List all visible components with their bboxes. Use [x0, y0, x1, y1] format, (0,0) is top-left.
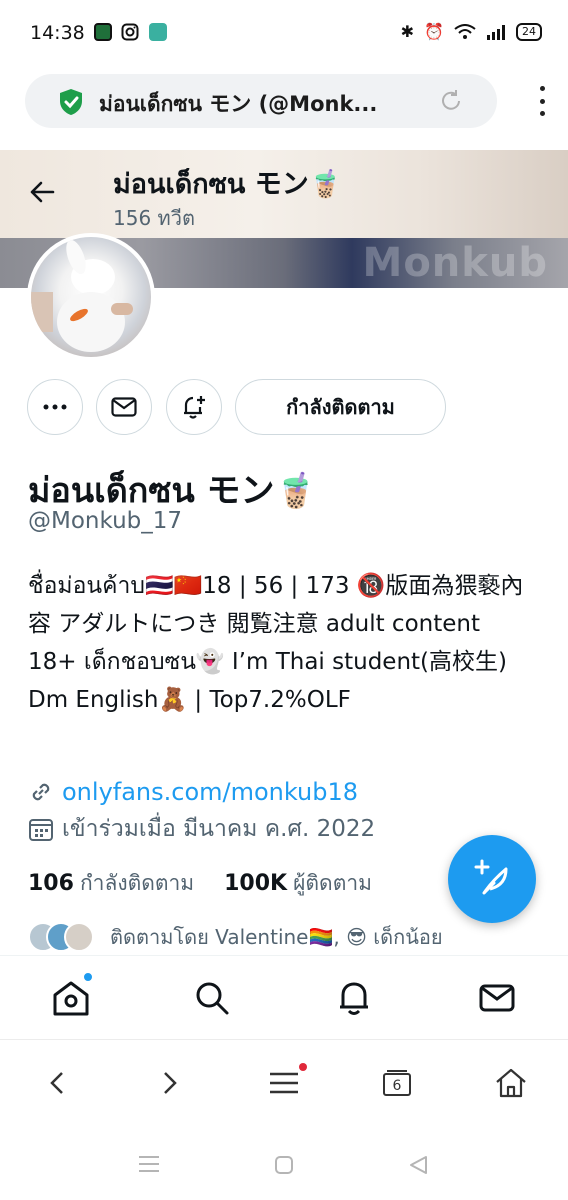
browser-back-button[interactable]	[40, 1066, 74, 1100]
system-back-icon[interactable]	[408, 1155, 428, 1175]
compose-tweet-button[interactable]	[448, 835, 536, 923]
more-button[interactable]	[27, 379, 83, 435]
browser-home-button[interactable]	[494, 1066, 528, 1100]
nav-notifications[interactable]	[334, 978, 374, 1018]
avatar-image	[31, 239, 133, 352]
hamburger-icon	[270, 1072, 298, 1094]
messenger-icon	[149, 23, 167, 41]
following-stat[interactable]: 106 กำลังติดตาม	[28, 867, 194, 900]
bell-icon	[340, 982, 368, 1015]
reload-icon[interactable]	[439, 89, 463, 113]
profile-header: ม่อนเด็กซน モン🧋 156 ทวีต	[0, 150, 568, 238]
system-home-icon[interactable]	[274, 1155, 294, 1175]
profile-link[interactable]: onlyfans.com/monkub18	[62, 778, 358, 806]
nav-home[interactable]	[51, 972, 93, 1018]
link-icon	[32, 783, 50, 801]
url-title[interactable]: ม่อนเด็กซน モン⁠ (@Monk...	[99, 88, 409, 121]
followers-stat[interactable]: 100K ผู้ติดตาม	[224, 867, 372, 900]
system-nav-bar	[0, 1125, 568, 1200]
browser-menu-button[interactable]	[267, 1063, 307, 1100]
search-icon	[196, 982, 229, 1015]
browser-forward-button[interactable]	[153, 1066, 187, 1100]
mail-icon	[479, 984, 515, 1012]
shield-secure-icon	[60, 89, 82, 115]
chevron-right-icon	[164, 1072, 177, 1094]
following-count: 106	[28, 871, 74, 896]
browser-tabs-button[interactable]: 6	[380, 1066, 414, 1100]
joined-row: เข้าร่วมเมื่อ มีนาคม ค.ศ. 2022	[28, 811, 375, 847]
profile-bio: ชื่อม่อนค้าบ🇹🇭🇨🇳18 | 56 | 173 🔞版面為猥褻內容 ア…	[28, 573, 524, 713]
home-outline-icon	[496, 1068, 526, 1098]
home-notification-dot	[83, 972, 93, 982]
notifications-subscribe-button[interactable]	[166, 379, 222, 435]
alarm-icon: ⏰	[424, 22, 444, 41]
following-label: กำลังติดตาม	[79, 871, 195, 895]
home-icon	[53, 981, 89, 1016]
avatar[interactable]	[27, 233, 155, 361]
status-time: 14:38	[30, 22, 85, 44]
followed-by-text: ติดตามโดย Valentine🏳️‍🌈, 😎 เด็กน้อย	[110, 925, 443, 949]
back-arrow-icon[interactable]	[28, 178, 56, 206]
profile-link-row: onlyfans.com/monkub18	[28, 778, 358, 806]
signal-icon	[487, 24, 505, 40]
follower-avatar	[64, 922, 94, 952]
joined-date: เข้าร่วมเมื่อ มีนาคม ค.ศ. 2022	[62, 816, 376, 842]
status-bar: 14:38 ✱ ⏰ 24	[0, 0, 568, 70]
bell-plus-icon	[184, 396, 205, 419]
header-name: ม่อนเด็กซน モン🧋	[113, 169, 343, 200]
nav-messages[interactable]	[477, 978, 517, 1018]
tabs-count: 6	[392, 1078, 402, 1094]
bottom-tab-bar	[0, 955, 568, 1039]
followers-label: ผู้ติดตาม	[293, 871, 372, 895]
chevron-left-icon	[50, 1072, 63, 1094]
calendar-icon	[29, 819, 53, 841]
bluetooth-icon: ✱	[400, 22, 415, 41]
app-icon	[94, 23, 112, 41]
mail-icon	[111, 397, 137, 417]
recents-icon[interactable]	[138, 1155, 160, 1173]
profile-handle: @Monkub_17	[28, 508, 183, 534]
following-button[interactable]: กำลังติดตาม	[235, 379, 446, 435]
battery-indicator: 24	[516, 22, 542, 41]
followers-count: 100K	[224, 871, 288, 896]
nav-search[interactable]	[192, 978, 232, 1018]
instagram-icon	[121, 23, 139, 41]
browser-toolbar: 6	[0, 1039, 568, 1125]
followed-by-row[interactable]: ติดตามโดย Valentine🏳️‍🌈, 😎 เด็กน้อย	[28, 919, 548, 955]
feather-plus-icon	[474, 859, 508, 895]
follow-stats: 106 กำลังติดตาม 100K ผู้ติดตาม	[28, 867, 372, 900]
message-button[interactable]	[96, 379, 152, 435]
url-bar[interactable]: ม่อนเด็กซน モン⁠ (@Monk...	[25, 74, 497, 128]
header-tweets-count: 156 ทวีต	[113, 206, 195, 230]
menu-notification-dot	[299, 1063, 307, 1071]
banner-watermark: Monkub	[362, 240, 548, 286]
more-icon	[43, 404, 67, 410]
browser-menu-icon[interactable]	[536, 86, 548, 116]
wifi-icon	[454, 23, 476, 39]
status-right-icons: ✱ ⏰ 24	[401, 22, 542, 41]
